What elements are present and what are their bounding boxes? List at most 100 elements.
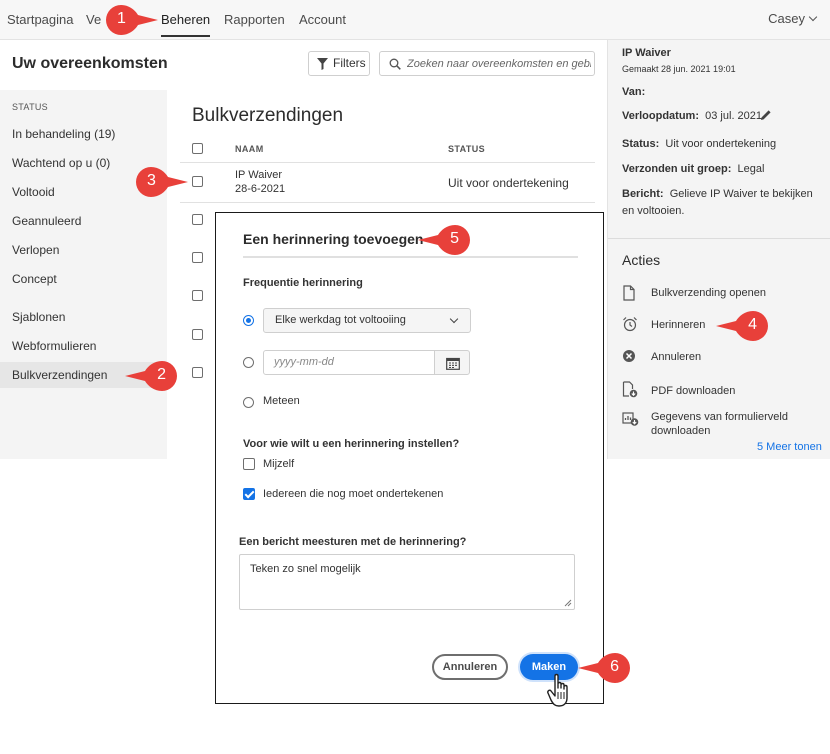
callout-4-number: 4 [748,316,757,333]
expiry-value: 03 jul. 2021 [705,110,763,122]
sidebar-item-webformulieren[interactable]: Webformulieren [0,333,167,359]
calendar-button[interactable] [434,350,470,375]
recipient-all-checkbox[interactable] [243,488,255,500]
tab-rapporten[interactable]: Rapporten [224,12,285,27]
action-download-pdf[interactable]: PDF downloaden [622,381,822,401]
table-title: Bulkverzendingen [192,105,344,126]
details-created: Gemaakt 28 jun. 2021 19:01 [622,64,736,74]
hand-cursor-icon [547,673,568,707]
tab-beheren[interactable]: Beheren [161,12,211,37]
row-name-cell: IP Waiver 28-6-2021 [235,168,285,196]
tab-verzonden[interactable]: Ve [86,12,101,27]
callout-2-number: 2 [157,366,166,383]
sidebar-section-status: STATUS [12,102,48,112]
option-now-label: Meteen [263,395,300,407]
cancel-circle-icon [623,350,635,362]
action-open-bulk-send-label: Bulkverzending openen [651,287,766,299]
details-status: Status: Uit voor ondertekening [622,138,776,150]
row-divider [180,202,595,203]
status-label: Status: [622,138,660,150]
details-expiry: Verloopdatum: 03 jul. 2021 [622,110,762,122]
chevron-down-icon [449,314,459,324]
frequency-select[interactable]: Elke werkdag tot voltooiing [263,308,471,333]
frequency-radio-now[interactable] [243,397,254,408]
form-data-download-icon [622,412,639,426]
sidebar: STATUS In behandeling (19) Wachtend op u… [0,90,167,459]
tab-account[interactable]: Account [299,12,346,27]
row-checkbox[interactable] [192,214,203,225]
action-download-pdf-label: PDF downloaden [651,385,736,397]
frequency-label: Frequentie herinnering [243,277,363,289]
action-cancel-label: Annuleren [651,351,702,363]
pencil-icon[interactable] [760,109,772,121]
calendar-icon [446,357,460,370]
user-menu[interactable]: Casey [768,11,818,26]
row-checkbox[interactable] [192,290,203,301]
callout-3-number: 3 [147,172,156,189]
dialog-title-divider [243,256,578,258]
action-open-bulk-send[interactable]: Bulkverzending openen [622,285,822,305]
status-value: Uit voor ondertekening [665,138,777,150]
callout-1-number: 1 [117,10,126,27]
callout-5-number: 5 [450,230,459,247]
filters-button[interactable]: Filters [308,51,370,76]
panel-divider [608,238,830,239]
action-download-form-data-label: Gegevens van formulierveld downloaden [651,411,788,437]
tab-startpagina[interactable]: Startpagina [7,12,74,27]
pdf-download-icon [622,381,638,398]
sidebar-item-geannuleerd[interactable]: Geannuleerd [0,208,167,234]
row-checkbox[interactable] [192,329,203,340]
frequency-radio-date[interactable] [243,357,254,368]
row-status: Uit voor ondertekening [448,176,569,190]
action-cancel[interactable]: Annuleren [622,349,822,369]
sidebar-item-in-behandeling[interactable]: In behandeling (19) [0,121,167,147]
search-box[interactable] [379,51,595,76]
details-from: Van: [622,86,645,98]
sidebar-item-sjablonen[interactable]: Sjablonen [0,304,167,330]
callout-2: 2 [121,359,179,393]
expiry-label: Verloopdatum: [622,110,700,122]
sidebar-item-verlopen[interactable]: Verlopen [0,237,167,263]
reminder-message-textarea[interactable]: Teken zo snel mogelijk [239,554,575,610]
user-name: Casey [768,11,805,26]
dialog-title: Een herinnering toevoegen [243,231,424,247]
frequency-radio-recurring[interactable] [243,315,254,326]
callout-6-number: 6 [610,658,619,675]
recipient-self-checkbox[interactable] [243,458,255,470]
callout-3: 3 [134,165,192,199]
recipient-all-label: Iedereen die nog moet ondertekenen [263,488,444,500]
show-more-link[interactable]: 5 Meer tonen [757,441,822,453]
sidebar-item-concept[interactable]: Concept [0,266,167,292]
callout-1: 1 [104,3,162,37]
row-name: IP Waiver [235,169,283,181]
resize-handle-icon[interactable] [564,599,572,607]
row-checkbox[interactable] [192,367,203,378]
details-message: Bericht: Gelieve IP Waiver te bekijken e… [622,186,822,220]
details-group: Verzonden uit groep: Legal [622,163,764,175]
recipient-self-label: Mijzelf [263,458,295,470]
filter-icon [317,58,328,70]
select-all-checkbox[interactable] [192,143,203,154]
callout-5: 5 [414,223,472,257]
group-label: Verzonden uit groep: [622,163,732,175]
message-label: Bericht: [622,188,664,200]
column-header-name[interactable]: NAAM [235,144,264,154]
row-checkbox[interactable] [192,252,203,263]
document-icon [623,285,635,301]
callout-4: 4 [712,309,770,343]
from-label: Van: [622,86,646,98]
column-header-status[interactable]: STATUS [448,144,485,154]
search-input[interactable] [407,55,591,72]
reminder-message-value: Teken zo snel mogelijk [250,563,361,575]
reminder-date-input[interactable]: yyyy-mm-dd [263,350,435,375]
frequency-select-value: Elke werkdag tot voltooiing [275,314,406,326]
action-download-form-data[interactable]: Gegevens van formulierveld downloaden [622,410,822,437]
search-icon [389,58,401,70]
row-checkbox[interactable] [192,176,203,187]
page-title: Uw overeenkomsten [12,55,168,72]
callout-6: 6 [574,651,632,685]
message-label: Een bericht meesturen met de herinnering… [239,536,467,548]
cancel-button[interactable]: Annuleren [432,654,508,680]
action-remind-label: Herinneren [651,319,706,331]
filters-label: Filters [333,56,366,70]
